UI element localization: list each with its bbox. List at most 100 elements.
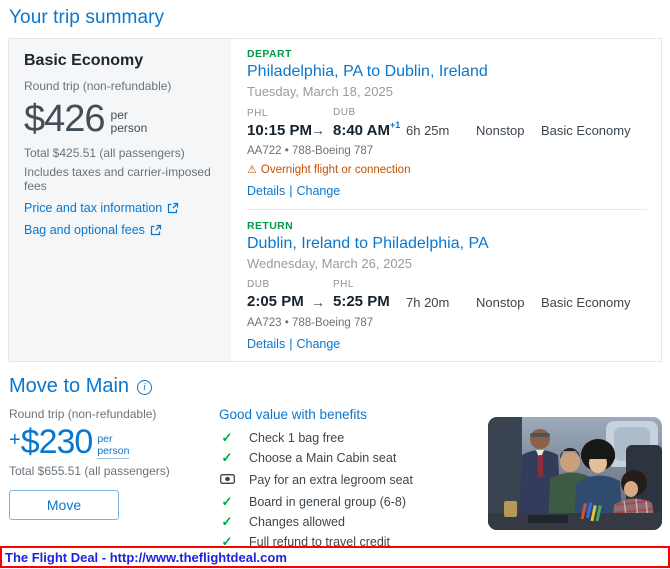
fare-price: $426 per person	[24, 100, 217, 138]
details-link[interactable]: Details	[247, 337, 285, 351]
upgrade-price-amount: $230	[20, 422, 94, 461]
benefits-column: Good value with benefits ✓ Check 1 bag f…	[219, 407, 487, 555]
benefit-item: ✓ Choose a Main Cabin seat	[219, 451, 487, 465]
benefit-item: ✓ Check 1 bag free	[219, 431, 487, 445]
person-label: person	[110, 121, 148, 136]
arrive-time: 5:25 PM	[333, 293, 390, 311]
benefit-item: ✓ Changes allowed	[219, 515, 487, 529]
slice-divider	[247, 209, 647, 211]
depart-time: 10:15 PM	[247, 122, 313, 139]
flight-deal-link[interactable]: The Flight Deal - http://www.theflightde…	[2, 550, 287, 565]
arrow-right-icon: →	[311, 293, 325, 310]
link-separator: |	[289, 184, 293, 199]
move-to-main-body: Round trip (non-refundable) + $230 per p…	[9, 407, 662, 555]
benefit-label: Board in general group (6-8)	[249, 494, 407, 509]
per-label: per	[110, 108, 128, 122]
flight-duration: 7h 20m	[406, 294, 450, 310]
slice-actions: Details | Change	[247, 337, 647, 351]
origin-airport-code: PHL	[247, 108, 268, 119]
warning-text: Overnight flight or connection	[260, 164, 411, 177]
fare-total: Total $425.51 (all passengers)	[24, 146, 185, 160]
arrive-time: 8:40 AM+1	[333, 120, 406, 139]
check-icon: ✓	[221, 494, 233, 509]
depart-time: 2:05 PM	[247, 293, 304, 311]
trip-summary-card: Basic Economy Round trip (non-refundable…	[8, 38, 662, 362]
flight-duration: 6h 25m	[406, 123, 450, 139]
origin-airport-code: DUB	[247, 279, 270, 291]
upgrade-total: Total $655.51 (all passengers)	[9, 463, 170, 478]
plus-sign: +	[9, 428, 21, 451]
external-link-icon	[150, 224, 162, 236]
move-to-main-title: Move to Main	[9, 374, 130, 397]
upgrade-price-unit: per person	[97, 432, 130, 459]
benefit-list: ✓ Check 1 bag free ✓ Choose a Main Cabin…	[219, 431, 487, 549]
trip-summary-page: Your trip summary Basic Economy Round tr…	[0, 0, 670, 569]
slice-route: Dublin, Ireland to Philadelphia, PA	[247, 235, 489, 253]
cash-icon	[219, 471, 235, 489]
flight-cabin: Basic Economy	[541, 294, 631, 310]
overnight-warning: ⚠ Overnight flight or connection	[247, 164, 647, 176]
move-button[interactable]: Move	[9, 489, 119, 520]
info-icon[interactable]: i	[137, 379, 153, 395]
bag-optional-fees-link[interactable]: Bag and optional fees	[24, 223, 217, 237]
price-tax-info-label: Price and tax information	[24, 201, 163, 215]
upgrade-price: + $230 per person	[9, 425, 211, 459]
slice-direction-label: RETURN	[247, 220, 294, 233]
link-separator: |	[289, 336, 293, 351]
slice-times-row: DUB 2:05 PM → PHL 5:25 PM 7h 20m Nonstop…	[247, 279, 647, 310]
slice-direction-label: DEPART	[247, 48, 292, 60]
slice-date: Tuesday, March 18, 2025	[247, 84, 393, 99]
change-link[interactable]: Change	[296, 337, 340, 351]
benefits-title: Good value with benefits	[219, 406, 367, 422]
flight-stops: Nonstop	[476, 294, 525, 310]
fare-panel: Basic Economy Round trip (non-refundable…	[9, 39, 231, 361]
origin-column: DUB 2:05 PM	[247, 279, 311, 310]
slice-date: Wednesday, March 26, 2025	[247, 256, 413, 272]
external-link-icon	[167, 202, 179, 214]
person-label: person	[97, 444, 130, 459]
per-label: per	[97, 432, 113, 445]
fare-price-amount: $426	[24, 98, 106, 140]
fare-trip-type: Round trip (non-refundable)	[24, 79, 172, 93]
warning-icon: ⚠	[247, 163, 257, 176]
benefit-label: Check 1 bag free	[249, 430, 345, 445]
return-slice: RETURN Dublin, Ireland to Philadelphia, …	[247, 220, 647, 350]
arrow-right-icon: →	[311, 122, 325, 139]
destination-column: DUB 8:40 AM+1	[333, 107, 406, 139]
check-icon: ✓	[221, 514, 233, 529]
bag-optional-fees-label: Bag and optional fees	[24, 223, 145, 237]
destination-airport-code: PHL	[333, 279, 354, 291]
benefit-label: Changes allowed	[249, 514, 345, 529]
check-icon: ✓	[221, 430, 233, 445]
arrive-time-value: 8:40 AM	[333, 122, 390, 139]
move-to-main-heading: Move to Main i	[9, 375, 662, 398]
benefit-label: Pay for an extra legroom seat	[249, 472, 413, 487]
fare-name: Basic Economy	[24, 52, 144, 69]
upgrade-trip-type: Round trip (non-refundable)	[9, 406, 157, 421]
flight-cabin: Basic Economy	[541, 123, 631, 139]
flight-stops: Nonstop	[476, 123, 525, 139]
benefit-label: Choose a Main Cabin seat	[249, 450, 397, 465]
cabin-photo	[488, 416, 662, 530]
fare-includes-note: Includes taxes and carrier-imposed fees	[24, 165, 211, 193]
benefit-item: Pay for an extra legroom seat	[219, 471, 487, 489]
change-link[interactable]: Change	[296, 184, 340, 198]
check-icon: ✓	[221, 450, 233, 465]
fare-price-unit: per person	[110, 108, 148, 136]
upgrade-pricing-column: Round trip (non-refundable) + $230 per p…	[9, 407, 211, 555]
slice-times-row: PHL 10:15 PM → DUB 8:40 AM+1 6h 25m Nons…	[247, 107, 647, 139]
destination-airport-code: DUB	[333, 107, 356, 118]
origin-column: PHL 10:15 PM	[247, 108, 313, 139]
flight-number-aircraft: AA722 • 788-Boeing 787	[247, 145, 374, 158]
flight-number-aircraft: AA723 • 788-Boeing 787	[247, 316, 374, 329]
details-link[interactable]: Details	[247, 184, 285, 198]
depart-slice: DEPART Philadelphia, PA to Dublin, Irela…	[247, 48, 647, 198]
slice-actions: Details | Change	[247, 184, 647, 198]
destination-column: PHL 5:25 PM	[333, 279, 406, 310]
slice-route: Philadelphia, PA to Dublin, Ireland	[247, 63, 488, 80]
price-tax-info-link[interactable]: Price and tax information	[24, 201, 217, 215]
next-day-indicator: +1	[389, 120, 401, 130]
benefit-item: ✓ Board in general group (6-8)	[219, 495, 487, 509]
flight-deal-banner: The Flight Deal - http://www.theflightde…	[0, 546, 670, 568]
flight-slices-panel: DEPART Philadelphia, PA to Dublin, Irela…	[231, 39, 661, 361]
